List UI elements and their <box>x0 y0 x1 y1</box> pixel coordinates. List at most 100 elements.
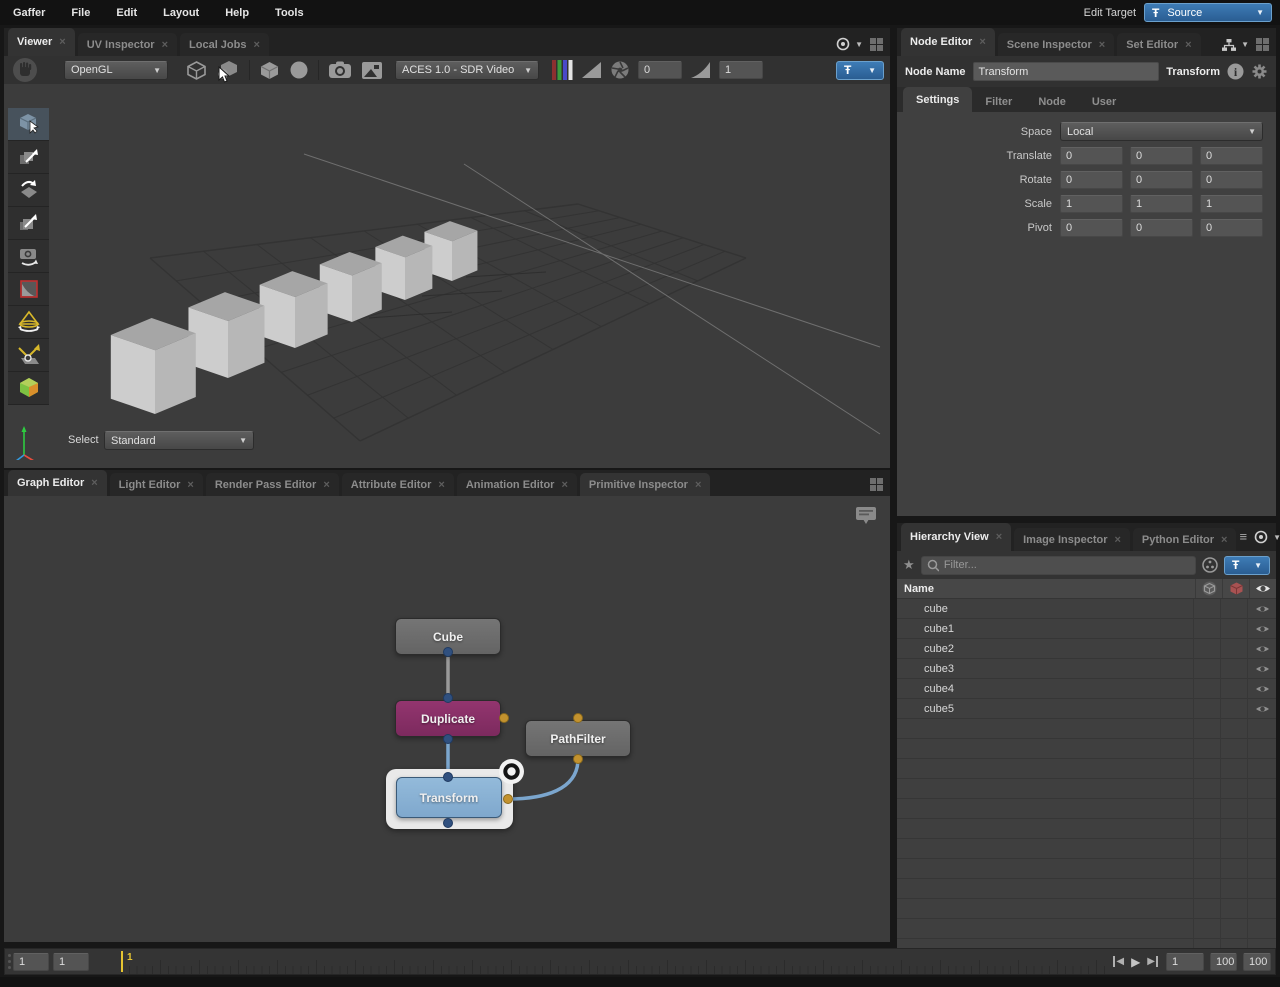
gear-icon[interactable] <box>1251 63 1268 80</box>
rotate-z-field[interactable]: 0 <box>1200 171 1263 189</box>
tab-local-jobs[interactable]: Local Jobs × <box>180 33 269 56</box>
timeline-ruler[interactable]: 1 <box>121 949 1106 974</box>
viewport-cube[interactable] <box>319 251 382 322</box>
node-duplicate[interactable]: Duplicate <box>395 700 501 737</box>
visibility-toggle[interactable] <box>1248 679 1276 699</box>
info-icon[interactable]: i <box>1227 63 1244 80</box>
row-cube1[interactable]: cube1 <box>897 619 1276 639</box>
scale-z-field[interactable]: 1 <box>1200 195 1263 213</box>
node-graph-link-button[interactable]: ▼ <box>1221 38 1249 52</box>
subtab-node[interactable]: Node <box>1025 92 1079 112</box>
translate-y-field[interactable]: 0 <box>1130 147 1193 165</box>
current-frame-field[interactable]: 1 <box>1166 952 1204 971</box>
light-position-tool-button[interactable] <box>8 339 49 372</box>
skip-start-icon[interactable]: ◀ <box>1113 956 1124 967</box>
layout-grid-icon[interactable] <box>869 37 884 52</box>
tab-node-editor[interactable]: Node Editor × <box>901 28 995 56</box>
pivot-y-field[interactable]: 0 <box>1130 219 1193 237</box>
tab-graph-editor[interactable]: Graph Editor × <box>8 470 107 496</box>
search-scope-icon[interactable] <box>1202 557 1218 573</box>
node-pathfilter[interactable]: PathFilter <box>525 720 631 757</box>
close-icon[interactable]: × <box>1099 39 1105 51</box>
timeline-start-field[interactable]: 1 <box>13 952 49 971</box>
rotate-tool-button[interactable] <box>8 174 49 207</box>
visibility-toggle[interactable] <box>1248 659 1276 679</box>
connector-cube-out[interactable] <box>443 647 453 657</box>
menu-help[interactable]: Help <box>212 7 262 19</box>
end-frame-field[interactable]: 100 <box>1210 952 1237 971</box>
subtab-settings[interactable]: Settings <box>903 87 973 112</box>
pan-hand-button[interactable] <box>12 57 38 83</box>
viewer-pin-dropdown[interactable]: Ŧ ▼ <box>836 60 884 80</box>
menu-icon[interactable]: ≡ <box>1239 530 1247 543</box>
close-icon[interactable]: × <box>979 36 985 48</box>
exclusions-column-header[interactable] <box>1222 579 1249 598</box>
timeline-increment-field[interactable]: 1 <box>53 952 89 971</box>
tab-set-editor[interactable]: Set Editor × <box>1117 33 1201 56</box>
visibility-toggle[interactable] <box>1248 619 1276 639</box>
connector-pathfilter-out[interactable] <box>573 754 583 764</box>
row-cube4[interactable]: cube4 <box>897 679 1276 699</box>
connector-duplicate-in[interactable] <box>443 693 453 703</box>
connector-transform-out[interactable] <box>443 818 453 828</box>
translate-tool-button[interactable] <box>8 141 49 174</box>
connector-duplicate-filter[interactable] <box>499 713 509 723</box>
camera-icon[interactable] <box>328 60 352 80</box>
viewport-3d[interactable]: Select Standard ▼ <box>4 84 890 468</box>
name-column-header[interactable]: Name <box>897 583 1195 595</box>
connector-transform-filter[interactable] <box>503 794 513 804</box>
close-icon[interactable]: × <box>561 479 567 491</box>
graph-canvas[interactable]: Cube Duplicate PathFilter Transform <box>4 496 890 942</box>
display-transform-dropdown[interactable]: ACES 1.0 - SDR Video ▼ <box>395 60 539 80</box>
ramp-icon[interactable] <box>581 61 602 79</box>
visibility-column-header[interactable] <box>1249 579 1276 598</box>
close-icon[interactable]: × <box>162 39 168 51</box>
connector-transform-in[interactable] <box>443 772 453 782</box>
focus-target-button[interactable]: ▼ <box>1253 529 1280 545</box>
close-icon[interactable]: × <box>59 36 65 48</box>
menu-file[interactable]: File <box>58 7 103 19</box>
close-icon[interactable]: × <box>1114 534 1120 546</box>
camera-tool-button[interactable] <box>8 240 49 273</box>
focus-target-button[interactable]: ▼ <box>835 36 863 52</box>
translate-x-field[interactable]: 0 <box>1060 147 1123 165</box>
exposure-aperture-icon[interactable] <box>610 60 630 80</box>
crop-window-tool-button[interactable] <box>8 273 49 306</box>
gamma-icon[interactable] <box>690 61 711 79</box>
menu-gaffer[interactable]: Gaffer <box>0 7 58 19</box>
tab-uv-inspector[interactable]: UV Inspector × <box>77 33 178 56</box>
select-mode-dropdown[interactable]: Standard ▼ <box>104 431 254 450</box>
tab-primitive-inspector[interactable]: Primitive Inspector × <box>579 473 711 496</box>
close-icon[interactable]: × <box>438 479 444 491</box>
scale-tool-button[interactable] <box>8 207 49 240</box>
row-cube[interactable]: cube <box>897 599 1276 619</box>
menu-layout[interactable]: Layout <box>150 7 212 19</box>
gamma-field[interactable]: 1 <box>719 61 763 79</box>
node-transform[interactable]: Transform <box>396 777 502 818</box>
visibility-toggle[interactable] <box>1248 699 1276 719</box>
edit-target-dropdown[interactable]: Ŧ Source ▼ <box>1144 3 1272 22</box>
viewport-cube[interactable] <box>110 317 196 414</box>
layout-grid-icon[interactable] <box>869 477 884 492</box>
wireframe-cube-icon[interactable] <box>186 60 207 81</box>
row-cube2[interactable]: cube2 <box>897 639 1276 659</box>
visibility-toggle[interactable] <box>1248 639 1276 659</box>
viewport-cube[interactable] <box>424 221 478 281</box>
menu-edit[interactable]: Edit <box>103 7 150 19</box>
tab-scene-inspector[interactable]: Scene Inspector × <box>997 33 1115 56</box>
tab-animation-editor[interactable]: Animation Editor × <box>456 473 577 496</box>
viewport-cube[interactable] <box>375 235 433 300</box>
image-catalogue-icon[interactable] <box>361 61 383 80</box>
tab-python-editor[interactable]: Python Editor × <box>1132 528 1237 551</box>
close-icon[interactable]: × <box>1221 534 1227 546</box>
renderer-dropdown[interactable]: OpenGL ▼ <box>64 60 168 80</box>
solid-cube-icon[interactable] <box>259 60 280 81</box>
row-cube3[interactable]: cube3 <box>897 659 1276 679</box>
close-icon[interactable]: × <box>187 479 193 491</box>
tab-hierarchy-view[interactable]: Hierarchy View × <box>901 523 1012 551</box>
subtab-user[interactable]: User <box>1079 92 1129 112</box>
sphere-icon[interactable] <box>289 60 309 80</box>
layout-grid-icon[interactable] <box>1255 37 1270 52</box>
connector-pathfilter-in[interactable] <box>573 713 583 723</box>
close-icon[interactable]: × <box>695 479 701 491</box>
